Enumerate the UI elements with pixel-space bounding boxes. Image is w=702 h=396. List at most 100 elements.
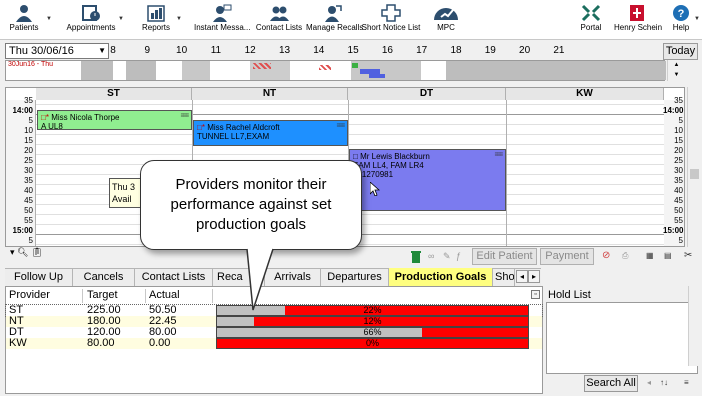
document-icon[interactable]: ▤ [664,251,672,260]
print-icon[interactable]: ⎙ [622,251,628,261]
link-icon[interactable]: ∞ [428,251,434,261]
appointment-status-icon: □* [197,123,205,132]
calendar-clock-icon [82,5,100,21]
appointment-menu-icon[interactable]: ≡≡≡ [336,122,344,131]
sort-icon[interactable]: ↑↓ [660,378,668,387]
tab-scroll-left-icon[interactable]: ◂ [516,270,528,283]
day-overview-bar[interactable]: 30Jun16 - Thu [5,60,666,81]
pen-icon[interactable]: ✎ [443,251,451,262]
appointment-detail: EAM LL4, FAM LR4 [353,161,424,170]
hour-label: 11 [210,45,222,56]
help-button[interactable]: ? Help ▼ [668,2,700,38]
tab-cancels[interactable]: Cancels [73,268,135,286]
column-header-provider[interactable]: Provider [9,287,50,304]
chevron-down-icon[interactable]: ▾ [10,247,15,257]
time-label: 40 [24,186,33,195]
short-notice-list-button[interactable]: Short Notice List [361,2,421,38]
overview-marker [253,63,271,69]
svg-text:?: ? [678,8,685,20]
time-column-right: 35 14:00 5 10 15 20 25 30 35 40 45 50 55 15:00 5 [663,96,684,246]
callout-bubble: Providers monitor their performance agai… [140,160,362,250]
patients-dropdown-arrow-icon[interactable]: ▼ [46,16,52,22]
tab-production-goals[interactable]: Production Goals [389,268,493,286]
contact-lists-button[interactable]: Contact Lists [254,2,304,38]
date-picker[interactable]: Thu 30/06/16 ▼ [5,43,109,59]
hour-label: 19 [484,45,496,56]
tab-scroll-right-icon[interactable]: ▸ [528,270,540,283]
appointment-block[interactable]: □* Miss Rachel Aldcroft TUNNEL LL7,EXAM … [193,120,348,146]
column-header-target[interactable]: Target [87,287,118,304]
today-button[interactable]: Today [663,43,698,60]
hour-label: 8 [110,45,116,56]
manage-recalls-button[interactable]: Manage Recalls [306,2,363,38]
delete-icon[interactable] [410,250,422,264]
tab-departures[interactable]: Departures [321,268,389,286]
payment-button[interactable]: Payment [540,248,594,265]
portal-button[interactable]: Portal [576,2,606,38]
mpc-button[interactable]: MPC [426,2,466,38]
column-header-actual[interactable]: Actual [149,287,180,304]
overview-scrollbar[interactable]: ▲ ▼ [667,60,685,81]
tools-icon[interactable]: ✂ [684,250,692,261]
chevron-left-icon[interactable]: ◂ [647,378,651,387]
scroll-up-icon[interactable]: ▲ [668,60,685,70]
time-label: 55 [24,216,33,225]
appointments-button[interactable]: Appointments ▼ [66,2,124,38]
dollar-icon[interactable]: ƒ [456,251,461,261]
clipboard-icon[interactable]: 📋︎ [31,247,42,257]
time-label: 45 [24,196,33,205]
appointment-menu-icon[interactable]: ≡≡≡ [494,151,502,160]
help-dropdown-arrow-icon[interactable]: ▼ [694,16,700,22]
tab-follow-up[interactable]: Follow Up [5,268,73,286]
zoom-controls[interactable]: ▾ 🔍︎ 📋︎ [10,247,42,258]
mouse-cursor-icon [370,182,380,196]
time-label: 35 [24,96,33,105]
reports-button[interactable]: Reports ▼ [138,2,182,38]
hold-list-title: Hold List [548,289,591,301]
column-header-nt[interactable]: NT [192,88,348,100]
hour-label: 9 [144,45,151,56]
time-label: 30 [24,166,33,175]
menu-icon[interactable]: ≡ [684,378,689,387]
hold-list-scrollbar[interactable] [688,286,700,366]
tab-contact-lists[interactable]: Contact Lists [135,268,213,286]
building-icon[interactable]: ▦ [646,251,654,260]
grid-options-icon[interactable]: ▫ [531,290,540,299]
hour-label: 17 [416,45,428,56]
progress-bar: 12% [216,316,529,327]
column-header-st[interactable]: ST [36,88,192,100]
table-row[interactable]: KW 80.00 0.00 0% [6,338,542,349]
search-icon[interactable]: 🔍︎ [17,247,28,257]
appointment-status-icon: □ [353,152,361,161]
time-label: 5 [28,116,33,125]
schedule-scrollbar[interactable] [687,87,700,247]
tab-short-notice[interactable]: Sho [493,268,515,286]
time-label: 50 [674,206,683,215]
appointment-menu-icon[interactable]: ≡≡≡ [180,112,188,121]
hour-label: 21 [553,45,565,56]
time-label: 14:00 [663,106,684,115]
column-header-kw[interactable]: KW [506,88,664,100]
hold-list[interactable] [546,302,698,374]
time-label: 15 [674,136,683,145]
henry-schein-button[interactable]: Henry Schein [614,2,662,38]
edit-patient-button[interactable]: Edit Patient [472,248,537,265]
cancel-circle-icon[interactable]: ⊘ [602,250,610,261]
progress-bar: 66% [216,327,529,338]
scrollbar-thumb[interactable] [690,169,699,179]
recall-icon [325,5,342,22]
reports-dropdown-arrow-icon[interactable]: ▼ [176,16,182,22]
appointment-block[interactable]: □ Mr Lewis Blackburn EAM LL4, FAM LR4 16… [349,149,506,211]
appointments-dropdown-arrow-icon[interactable]: ▼ [118,16,124,22]
appointment-block[interactable]: □* Miss Nicola Thorpe A UL8 ≡≡≡ [37,110,192,130]
scroll-down-icon[interactable]: ▼ [668,70,685,80]
patients-button[interactable]: Patients ▼ [4,2,52,38]
portal-icon [581,4,601,22]
column-header-dt[interactable]: DT [348,88,506,100]
short-notice-icon [381,4,401,22]
search-all-button[interactable]: Search All [584,375,638,392]
instant-messaging-button[interactable]: Instant Messa... [194,2,250,38]
hour-label: 13 [278,45,291,56]
overview-marker [369,74,385,78]
time-label: 35 [24,176,33,185]
